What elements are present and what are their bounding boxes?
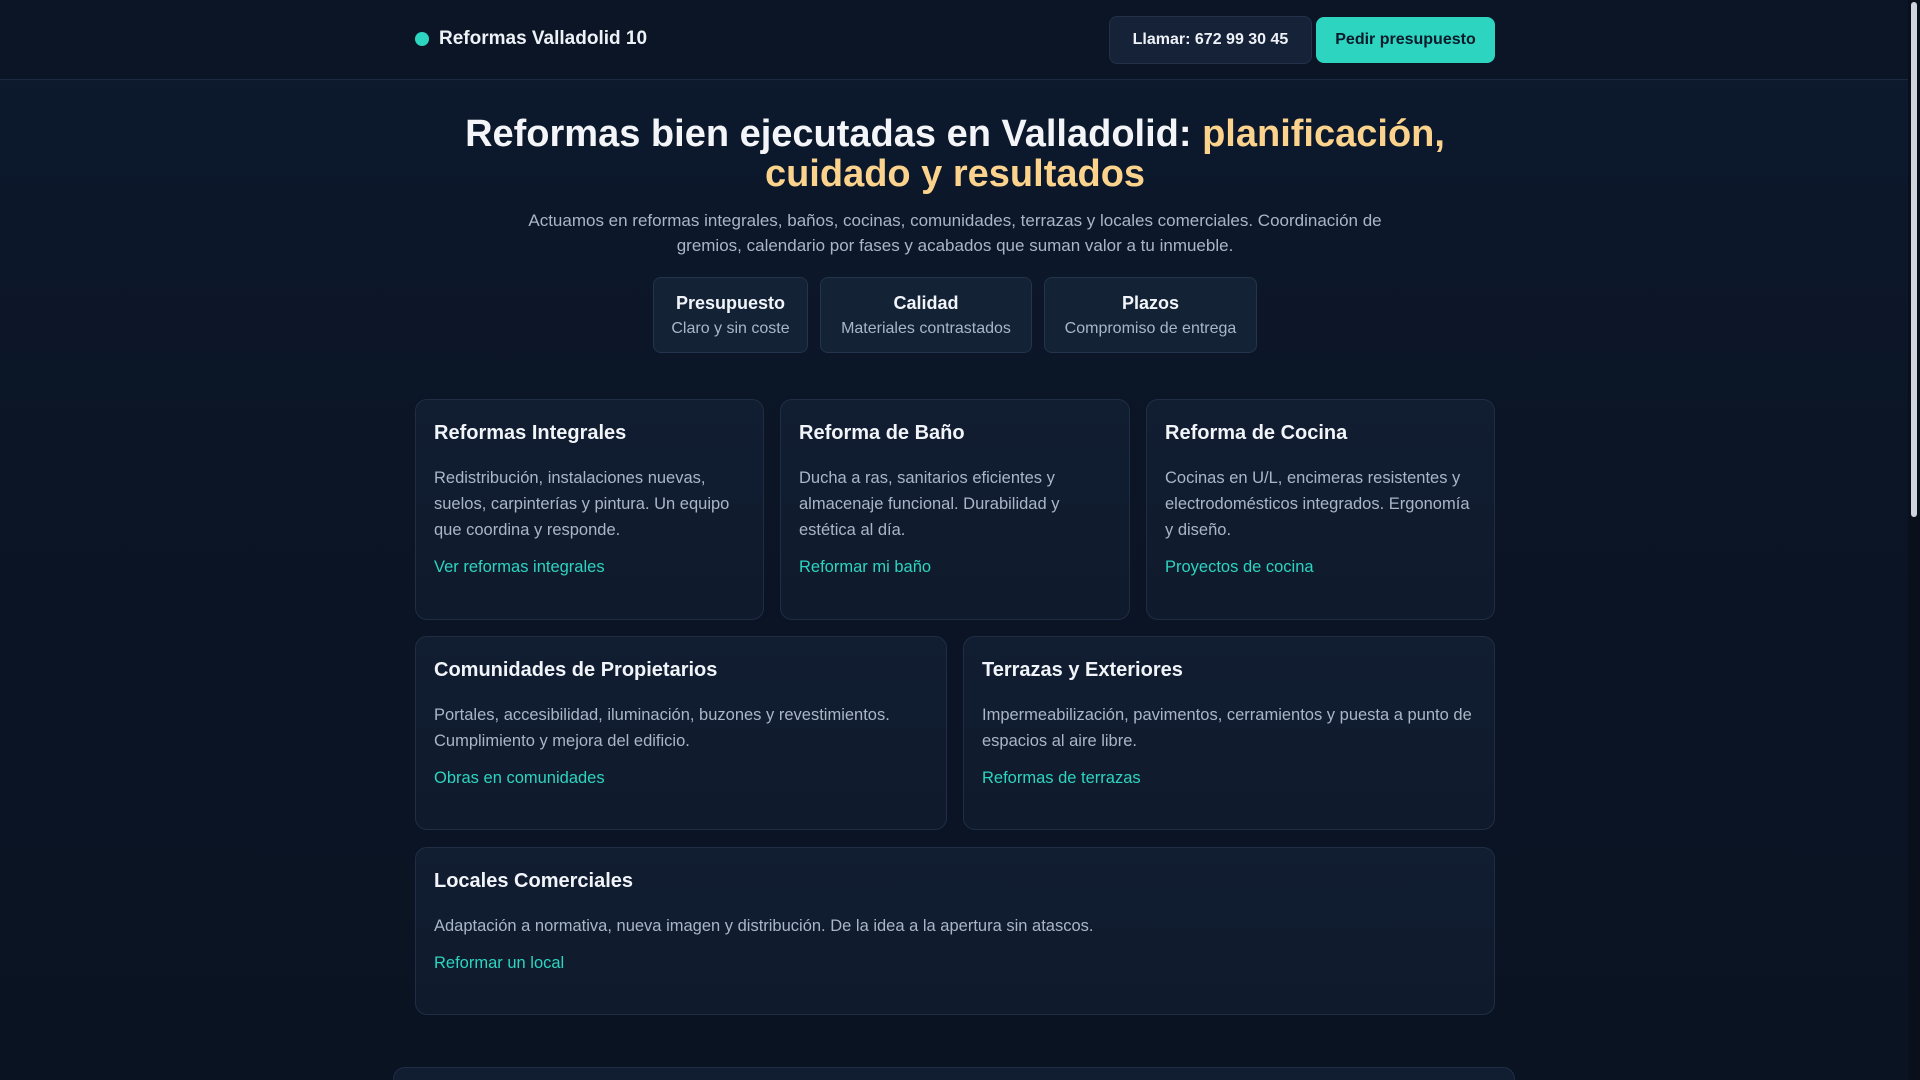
feature-title: Presupuesto: [675, 292, 786, 313]
service-link[interactable]: Reformar mi baño: [799, 558, 931, 577]
feature-budget: Presupuesto Claro y sin coste: [653, 277, 808, 353]
feature-text: Materiales contrastados: [841, 319, 1011, 337]
service-description: Cocinas en U/L, encimeras resistentes y …: [1165, 469, 1470, 539]
brand-dot-icon: [415, 32, 429, 46]
site-header: Reformas Valladolid 10 Llamar: 672 99 30…: [0, 0, 1908, 80]
service-card-bano: Reforma de Baño Ducha a ras, sanitarios …: [780, 399, 1130, 620]
service-card-comunidades: Comunidades de Propietarios Portales, ac…: [415, 636, 947, 830]
feature-title: Calidad: [893, 292, 959, 313]
feature-deadlines: Plazos Compromiso de entrega: [1044, 277, 1257, 353]
service-description: Redistribución, instalaciones nuevas, su…: [434, 469, 730, 539]
service-card-terrazas: Terrazas y Exteriores Impermeabilización…: [963, 636, 1495, 830]
service-description: Impermeabilización, pavimentos, cerramie…: [982, 706, 1472, 750]
service-link[interactable]: Proyectos de cocina: [1165, 558, 1314, 577]
service-title: Reforma de Baño: [799, 422, 965, 444]
hero-subtitle: Actuamos en reformas integrales, baños, …: [528, 211, 1382, 255]
feature-text: Compromiso de entrega: [1064, 319, 1237, 337]
hero-title-main: Reformas bien ejecutadas en Valladolid:: [465, 113, 1203, 155]
service-description: Portales, accesibilidad, iluminación, bu…: [434, 706, 890, 750]
service-card-cocina: Reforma de Cocina Cocinas en U/L, encime…: [1146, 399, 1495, 620]
service-card-integrales: Reformas Integrales Redistribución, inst…: [415, 399, 764, 620]
brand-name: Reformas Valladolid 10: [439, 28, 648, 49]
service-title: Comunidades de Propietarios: [434, 659, 718, 681]
next-section-panel: [393, 1067, 1515, 1080]
service-description: Adaptación a normativa, nueva imagen y d…: [434, 917, 1094, 935]
feature-text: Claro y sin coste: [671, 319, 790, 337]
service-title: Locales Comerciales: [434, 870, 633, 892]
service-title: Terrazas y Exteriores: [982, 659, 1183, 681]
service-link[interactable]: Reformas de terrazas: [982, 769, 1141, 788]
feature-quality: Calidad Materiales contrastados: [820, 277, 1032, 353]
service-card-locales: Locales Comerciales Adaptación a normati…: [415, 847, 1495, 1015]
call-button[interactable]: Llamar: 672 99 30 45: [1109, 16, 1312, 64]
service-title: Reformas Integrales: [434, 422, 627, 444]
service-description: Ducha a ras, sanitarios eficientes y alm…: [799, 469, 1060, 539]
service-link[interactable]: Ver reformas integrales: [434, 558, 605, 577]
scrollbar-thumb[interactable]: [1911, 2, 1917, 517]
request-quote-button[interactable]: Pedir presupuesto: [1316, 17, 1495, 63]
service-title: Reforma de Cocina: [1165, 422, 1348, 444]
service-link[interactable]: Obras en comunidades: [434, 769, 605, 788]
feature-badges: Presupuesto Claro y sin coste Calidad Ma…: [653, 277, 1257, 353]
page: Reformas Valladolid 10 Llamar: 672 99 30…: [0, 0, 1908, 1080]
page-scrollbar[interactable]: [1908, 0, 1920, 1080]
hero-title: Reformas bien ejecutadas en Valladolid: …: [415, 114, 1495, 194]
feature-title: Plazos: [1121, 292, 1180, 313]
service-link[interactable]: Reformar un local: [434, 954, 564, 973]
brand[interactable]: Reformas Valladolid 10: [415, 27, 647, 51]
